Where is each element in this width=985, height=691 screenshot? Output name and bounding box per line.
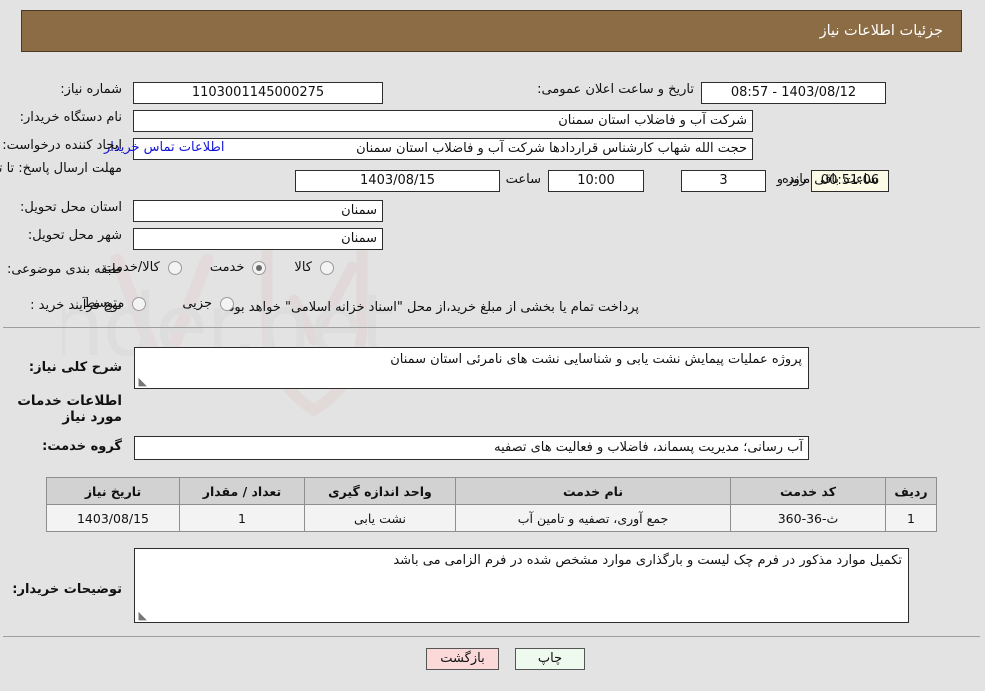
process-type-option-jozii[interactable]: جزیی bbox=[181, 296, 235, 311]
page-title: جزئیات اطلاعات نیاز bbox=[820, 23, 944, 39]
process-type-option-1-label: متوسط bbox=[84, 296, 126, 311]
classification-option-khedmat[interactable]: خدمت bbox=[209, 260, 268, 275]
radio-khedmat-icon[interactable] bbox=[253, 260, 268, 275]
buyer-org-label: نام دستگاه خریدار: bbox=[20, 110, 123, 125]
classification-option-2-label: کالا/خدمت bbox=[104, 260, 161, 275]
top-info-panel bbox=[4, 62, 981, 328]
city-label-wrap: شهر محل تحویل: bbox=[29, 228, 123, 243]
cell-service-code: ث-36-360 bbox=[731, 504, 887, 532]
col-service-name: نام خدمت bbox=[456, 477, 732, 505]
classification-option-kala[interactable]: کالا bbox=[293, 260, 335, 275]
radio-motevaset-icon[interactable] bbox=[133, 296, 148, 311]
public-announce-label: تاریخ و ساعت اعلان عمومی: bbox=[538, 82, 695, 97]
services-section-heading: اطلاعات خدمات مورد نیاز bbox=[18, 393, 123, 425]
table-row: 1 ث-36-360 جمع آوری، تصفیه و تامین آب نش… bbox=[47, 504, 938, 532]
cell-row-no: 1 bbox=[886, 504, 938, 532]
requester-label: ایجاد کننده درخواست: bbox=[3, 138, 123, 153]
buyer-org-label-wrap: نام دستگاه خریدار: bbox=[21, 110, 123, 125]
cell-service-name: جمع آوری، تصفیه و تامین آب bbox=[456, 504, 732, 532]
col-unit: واحد اندازه گیری bbox=[305, 477, 457, 505]
classification-option-kala-khedmat[interactable]: کالا/خدمت bbox=[102, 260, 183, 275]
deadline-label: مهلت ارسال پاسخ: تا تاریخ: bbox=[0, 161, 123, 176]
classification-option-0-label: کالا bbox=[295, 260, 313, 275]
col-row-no: ردیف bbox=[886, 477, 938, 505]
city-label: شهر محل تحویل: bbox=[28, 228, 123, 243]
col-need-date: تاریخ نیاز bbox=[47, 477, 181, 505]
classification-option-1-label: خدمت bbox=[210, 260, 246, 275]
process-type-radio-group: جزیی متوسط bbox=[82, 296, 235, 311]
province-label-wrap: استان محل تحویل: bbox=[21, 200, 123, 215]
print-button[interactable]: چاپ bbox=[516, 648, 586, 670]
table-header-row: ردیف کد خدمت نام خدمت واحد اندازه گیری ت… bbox=[47, 477, 938, 505]
process-type-option-0-label: جزیی bbox=[183, 296, 213, 311]
cell-need-date: 1403/08/15 bbox=[47, 504, 181, 532]
cell-unit: نشت یابی bbox=[305, 504, 457, 532]
page-header: جزئیات اطلاعات نیاز bbox=[22, 10, 963, 52]
deadline-label-wrap: مهلت ارسال پاسخ: تا تاریخ: bbox=[0, 160, 123, 177]
cell-quantity: 1 bbox=[180, 504, 306, 532]
need-number-row: شماره نیاز: bbox=[61, 82, 123, 97]
radio-jozii-icon[interactable] bbox=[221, 296, 235, 311]
requester-label-wrap: ایجاد کننده درخواست: bbox=[3, 138, 123, 153]
public-announce-label-wrap: تاریخ و ساعت اعلان عمومی: bbox=[538, 82, 695, 97]
need-number-label: شماره نیاز: bbox=[61, 82, 123, 97]
back-button[interactable]: بازگشت bbox=[427, 648, 500, 670]
col-quantity: تعداد / مقدار bbox=[180, 477, 306, 505]
radio-kala-icon[interactable] bbox=[321, 260, 335, 275]
radio-kala-khedmat-icon[interactable] bbox=[168, 260, 183, 275]
process-type-option-motevaset[interactable]: متوسط bbox=[82, 296, 148, 311]
classification-radio-group: کالا خدمت کالا/خدمت bbox=[102, 260, 335, 275]
col-service-code: کد خدمت bbox=[731, 477, 887, 505]
services-table: ردیف کد خدمت نام خدمت واحد اندازه گیری ت… bbox=[47, 477, 938, 532]
province-label: استان محل تحویل: bbox=[21, 200, 123, 215]
